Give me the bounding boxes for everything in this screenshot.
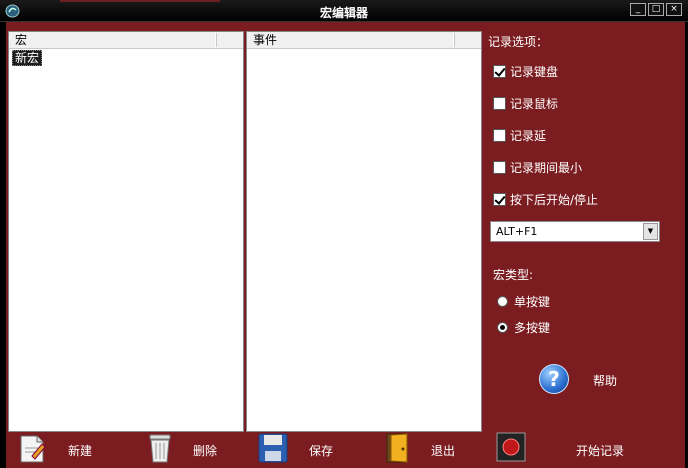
list-item[interactable]: 新宏 <box>12 50 43 66</box>
start-record-label: 开始记录 <box>576 444 625 458</box>
macro-type-title: 宏类型: <box>493 268 534 282</box>
minimize-button[interactable]: _ <box>630 3 646 16</box>
save-label: 保存 <box>309 444 334 458</box>
checkbox-box[interactable] <box>493 65 506 78</box>
checkbox-box[interactable] <box>493 161 506 174</box>
help-button[interactable]: ? 帮助 <box>539 364 617 394</box>
exit-label: 退出 <box>431 444 456 458</box>
record-options-title: 记录选项： <box>488 35 549 49</box>
record-icon <box>496 432 526 462</box>
new-label: 新建 <box>68 444 93 458</box>
close-button[interactable]: × <box>666 3 682 16</box>
exit-door-icon <box>386 433 408 463</box>
hotkey-value: ALT+F1 <box>496 225 538 238</box>
floppy-disk-icon <box>258 433 288 463</box>
delete-label: 删除 <box>193 444 218 458</box>
checkbox-label: 记录鼠标 <box>510 97 559 111</box>
trash-icon <box>149 434 171 463</box>
window-title: 宏编辑器 <box>319 6 368 20</box>
checkbox-box[interactable] <box>493 129 506 142</box>
bottom-toolbar: 新建 删除 保存 退出 开始记录 <box>0 432 688 468</box>
event-column-header[interactable]: 事件 <box>247 32 481 49</box>
checkbox-box[interactable] <box>493 97 506 110</box>
radio-circle[interactable] <box>497 322 508 333</box>
radio-multi-key[interactable]: 多按键 <box>497 319 550 336</box>
checkbox-label: 按下后开始/停止 <box>510 193 599 207</box>
radio-single-key[interactable]: 单按键 <box>497 293 550 310</box>
macro-header-label: 宏 <box>15 33 28 47</box>
radio-circle[interactable] <box>497 296 508 307</box>
macro-list-panel[interactable]: 宏 新宏 <box>8 31 244 432</box>
background-window-fragment <box>60 0 220 2</box>
radio-label: 多按键 <box>514 321 551 335</box>
checkbox-record-mouse[interactable]: 记录鼠标 <box>493 95 558 112</box>
radio-label: 单按键 <box>514 295 551 309</box>
title-bar: 宏编辑器 _ □ × <box>0 0 688 22</box>
checkbox-label: 记录键盘 <box>510 65 559 79</box>
event-header-label: 事件 <box>253 33 278 47</box>
maximize-button[interactable]: □ <box>648 3 664 16</box>
checkbox-label: 记录延 <box>510 129 547 143</box>
chevron-down-icon[interactable]: ▼ <box>643 223 658 240</box>
hotkey-select[interactable]: ALT+F1 ▼ <box>490 221 660 242</box>
checkbox-start-stop-on-press[interactable]: 按下后开始/停止 <box>493 191 598 208</box>
checkbox-label: 记录期间最小 <box>510 161 583 175</box>
event-list-panel[interactable]: 事件 <box>246 31 482 432</box>
new-document-icon <box>20 435 46 463</box>
checkbox-record-delay[interactable]: 记录延 <box>493 127 546 144</box>
checkbox-record-keyboard[interactable]: 记录键盘 <box>493 63 558 80</box>
help-icon[interactable]: ? <box>539 364 569 394</box>
checkbox-minimize-during-record[interactable]: 记录期间最小 <box>493 159 582 176</box>
macro-column-header[interactable]: 宏 <box>9 32 243 49</box>
checkbox-box[interactable] <box>493 193 506 206</box>
help-label: 帮助 <box>593 374 618 388</box>
